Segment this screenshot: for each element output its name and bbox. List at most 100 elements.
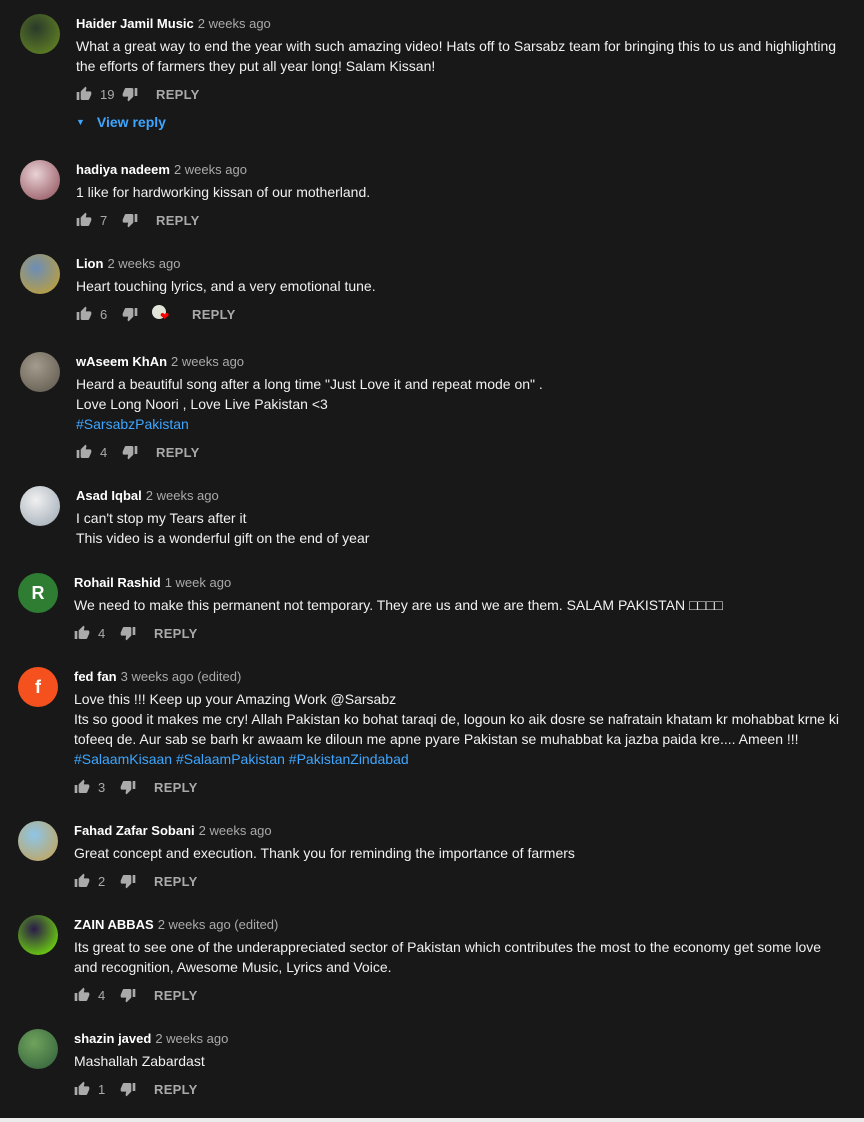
- comment-actions: 19 REPLY: [76, 84, 844, 104]
- comment-actions: 2 REPLY: [74, 871, 844, 891]
- thumbs-up-icon[interactable]: [76, 86, 92, 102]
- reply-button[interactable]: REPLY: [154, 874, 198, 889]
- comment-author[interactable]: Asad Iqbal: [76, 488, 142, 503]
- comment-timestamp[interactable]: 2 weeks ago: [198, 16, 271, 31]
- reply-button[interactable]: REPLY: [156, 445, 200, 460]
- comment-author[interactable]: ZAIN ABBAS: [74, 917, 154, 932]
- comment-text: What a great way to end the year with su…: [76, 36, 844, 76]
- comment-actions: 4 REPLY: [76, 442, 844, 462]
- comment-author[interactable]: Lion: [76, 256, 103, 271]
- comment-text: Love this !!! Keep up your Amazing Work …: [74, 689, 844, 769]
- comment-timestamp[interactable]: 1 week ago: [165, 575, 232, 590]
- comment-timestamp[interactable]: 2 weeks ago: [155, 1031, 228, 1046]
- creator-heart-icon: ❤: [152, 305, 174, 323]
- comment-text: Heart touching lyrics, and a very emotio…: [76, 276, 844, 296]
- view-reply-label: View reply: [96, 114, 166, 130]
- hashtag-link[interactable]: #SarsabzPakistan: [76, 414, 844, 434]
- comment-author[interactable]: wAseem KhAn: [76, 354, 167, 369]
- thumbs-down-icon[interactable]: [120, 779, 136, 795]
- comment-author[interactable]: fed fan: [74, 669, 117, 684]
- comment-text: Its great to see one of the underappreci…: [74, 937, 844, 977]
- avatar[interactable]: [18, 821, 58, 861]
- reply-button[interactable]: REPLY: [154, 626, 198, 641]
- like-count: 7: [100, 212, 108, 228]
- comment-author[interactable]: Rohail Rashid: [74, 575, 161, 590]
- thumbs-up-icon[interactable]: [76, 212, 92, 228]
- comment-timestamp[interactable]: 2 weeks ago: [107, 256, 180, 271]
- comment-timestamp[interactable]: 3 weeks ago (edited): [121, 669, 242, 684]
- thumbs-up-icon[interactable]: [76, 306, 92, 322]
- comment-timestamp[interactable]: 2 weeks ago: [146, 488, 219, 503]
- thumbs-up-icon[interactable]: [74, 779, 90, 795]
- avatar[interactable]: R: [18, 573, 58, 613]
- thumbs-up-icon[interactable]: [74, 873, 90, 889]
- comment-text: I can't stop my Tears after it This video…: [76, 508, 844, 548]
- reply-button[interactable]: REPLY: [156, 87, 200, 102]
- thumbs-up-icon[interactable]: [74, 1081, 90, 1097]
- reply-button[interactable]: REPLY: [156, 213, 200, 228]
- reply-button[interactable]: REPLY: [154, 988, 198, 1003]
- thumbs-down-icon[interactable]: [120, 873, 136, 889]
- like-count: 6: [100, 306, 108, 322]
- like-count: 4: [98, 987, 106, 1003]
- comment-line: Mashallah Zabardast: [74, 1053, 205, 1069]
- comment-timestamp[interactable]: 2 weeks ago: [174, 162, 247, 177]
- comment-line: What a great way to end the year with su…: [76, 38, 840, 74]
- comment-actions: 7 REPLY: [76, 210, 844, 230]
- comment-author[interactable]: Fahad Zafar Sobani: [74, 823, 195, 838]
- comment-line: Love this !!! Keep up your Amazing Work …: [74, 691, 397, 707]
- like-count: 1: [98, 1081, 106, 1097]
- like-count: 2: [98, 873, 106, 889]
- avatar[interactable]: [20, 352, 60, 392]
- reply-button[interactable]: REPLY: [154, 780, 198, 795]
- thumbs-down-icon[interactable]: [120, 987, 136, 1003]
- comment-text: Great concept and execution. Thank you f…: [74, 843, 844, 863]
- comment-timestamp[interactable]: 2 weeks ago (edited): [158, 917, 279, 932]
- avatar[interactable]: f: [18, 667, 58, 707]
- avatar-letter: R: [31, 582, 45, 603]
- thumbs-up-icon[interactable]: [76, 444, 92, 460]
- avatar[interactable]: [20, 486, 60, 526]
- comment-line: I can't stop my Tears after it: [76, 510, 247, 526]
- avatar[interactable]: [18, 915, 58, 955]
- comment-line: This video is a wonderful gift on the en…: [76, 530, 370, 546]
- avatar[interactable]: [18, 1029, 58, 1069]
- caret-down-icon: ▼: [76, 117, 85, 127]
- comment-timestamp[interactable]: 2 weeks ago: [199, 823, 272, 838]
- like-count: 3: [98, 779, 106, 795]
- avatar[interactable]: [20, 160, 60, 200]
- comment-author[interactable]: shazin javed: [74, 1031, 151, 1046]
- thumbs-down-icon[interactable]: [122, 212, 138, 228]
- comment-text: Heard a beautiful song after a long time…: [76, 374, 844, 434]
- reply-button[interactable]: REPLY: [154, 1082, 198, 1097]
- comment-author[interactable]: Haider Jamil Music: [76, 16, 194, 31]
- thumbs-down-icon[interactable]: [122, 306, 138, 322]
- reply-button[interactable]: REPLY: [192, 307, 236, 322]
- comment-line: We need to make this permanent not tempo…: [74, 597, 723, 613]
- comment-line: Love Long Noori , Love Live Pakistan <3: [76, 396, 328, 412]
- comment-text: We need to make this permanent not tempo…: [74, 595, 844, 615]
- comment-line: Heard a beautiful song after a long time…: [76, 376, 543, 392]
- like-count: 19: [100, 86, 115, 102]
- avatar[interactable]: [20, 14, 60, 54]
- thumbs-up-icon[interactable]: [74, 625, 90, 641]
- avatar[interactable]: [20, 254, 60, 294]
- comment-text: 1 like for hardworking kissan of our mot…: [76, 182, 844, 202]
- comment-actions: 4 REPLY: [74, 985, 844, 1005]
- page-bottom-divider: [0, 1118, 864, 1122]
- comment-line: Great concept and execution. Thank you f…: [74, 845, 575, 861]
- comment-line: Heart touching lyrics, and a very emotio…: [76, 278, 376, 294]
- comment-author[interactable]: hadiya nadeem: [76, 162, 170, 177]
- hashtag-link[interactable]: #SalaamKisaan #SalaamPakistan #PakistanZ…: [74, 749, 844, 769]
- comment-actions: 1 REPLY: [74, 1079, 844, 1099]
- thumbs-down-icon[interactable]: [122, 444, 138, 460]
- comment-line: 1 like for hardworking kissan of our mot…: [76, 184, 371, 200]
- thumbs-down-icon[interactable]: [122, 86, 138, 102]
- thumbs-up-icon[interactable]: [74, 987, 90, 1003]
- comment-actions: 4 REPLY: [74, 623, 844, 643]
- like-count: 4: [100, 444, 108, 460]
- thumbs-down-icon[interactable]: [120, 1081, 136, 1097]
- view-reply-button[interactable]: ▼ View reply: [76, 114, 844, 130]
- thumbs-down-icon[interactable]: [120, 625, 136, 641]
- comment-timestamp[interactable]: 2 weeks ago: [171, 354, 244, 369]
